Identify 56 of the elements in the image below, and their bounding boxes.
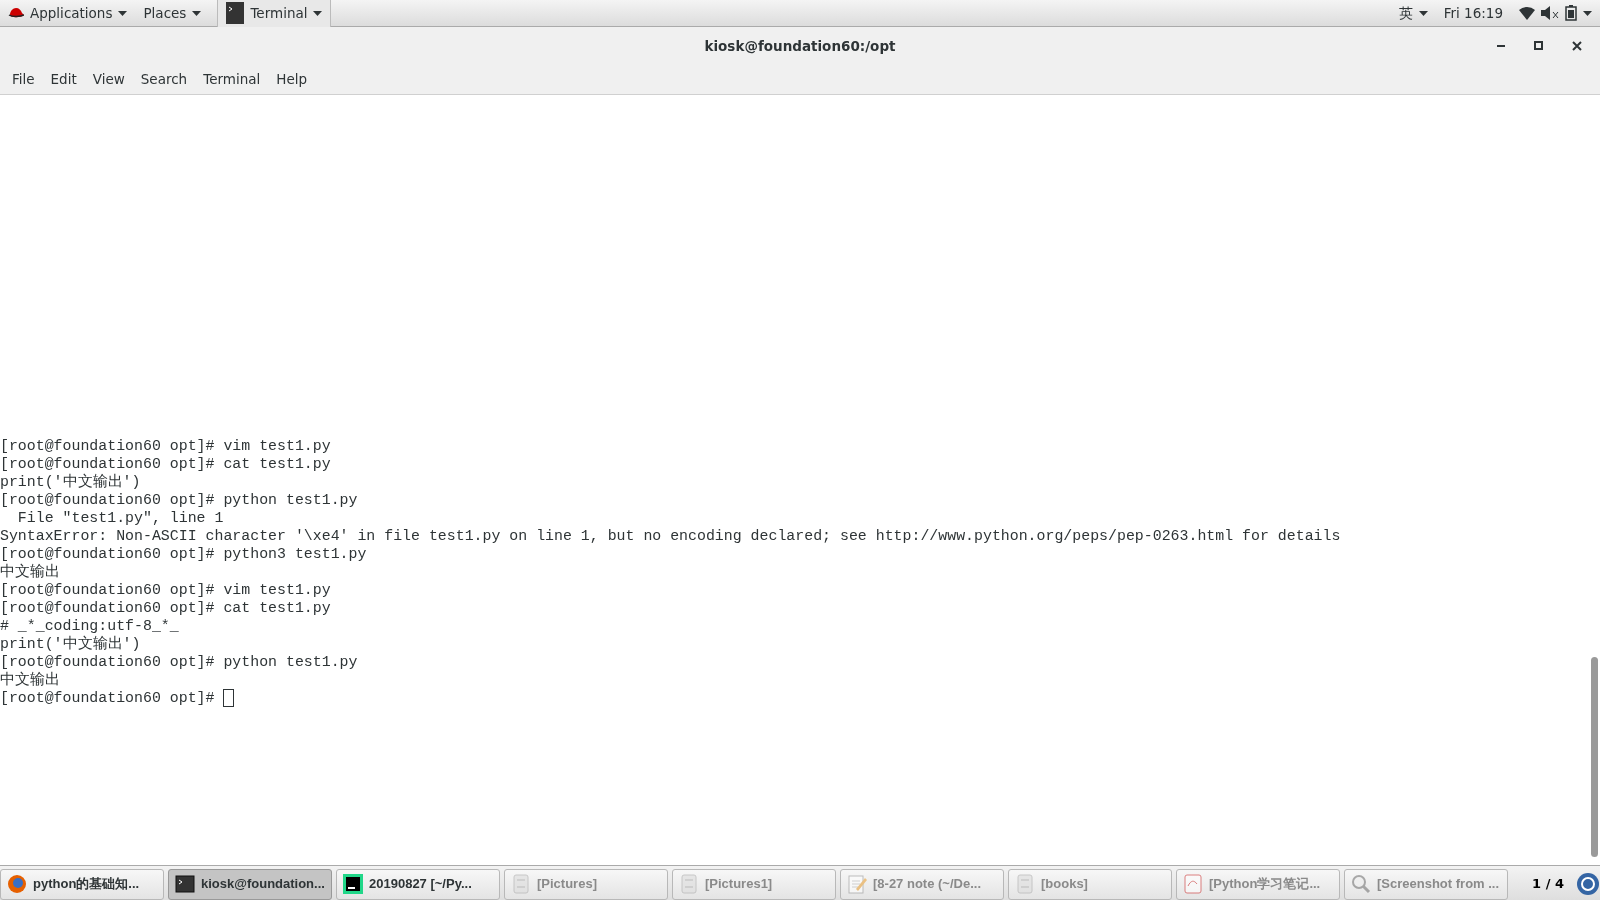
workspace-indicator[interactable]: 1 / 4 [1524, 874, 1572, 894]
caret-icon [192, 10, 202, 16]
menu-button[interactable]: Applications [0, 0, 136, 27]
magnifier-icon [1351, 874, 1371, 894]
caret-icon [1418, 10, 1428, 16]
volume-icon [1541, 6, 1559, 20]
app-menu-button[interactable]: Terminal [217, 0, 332, 27]
terminal-line: # _*_coding:utf-8_*_ [0, 618, 179, 634]
text-cursor [223, 689, 235, 707]
menu-item[interactable]: Edit [42, 69, 85, 90]
terminal-line: [root@foundation60 opt]# cat test1.py [0, 600, 331, 616]
notepad-icon [847, 874, 867, 894]
file-cabinet-icon [1015, 874, 1035, 894]
scrollbar-thumb[interactable] [1591, 657, 1598, 857]
terminal-line: [root@foundation60 opt]# [0, 690, 216, 706]
terminal-line: print('中文输出') [0, 474, 141, 490]
menu-item[interactable]: Help [268, 69, 316, 90]
hat-icon [8, 6, 24, 20]
input-method-button[interactable]: 英 [1390, 0, 1436, 27]
menu-item[interactable]: View [84, 69, 133, 90]
file-cabinet-icon [511, 874, 531, 894]
wifi-icon [1519, 6, 1535, 20]
terminal-line: 中文输出 [0, 672, 60, 688]
caret-icon [118, 10, 128, 16]
globe-icon [7, 874, 27, 894]
taskbar-button[interactable]: kiosk@foundation... [168, 868, 332, 900]
taskbar-button[interactable]: python的基础知... [0, 868, 164, 900]
terminal-line: 中文输出 [0, 564, 60, 580]
battery-icon [1565, 5, 1577, 21]
terminal-icon [175, 874, 195, 894]
caret-icon [1583, 10, 1592, 16]
terminal-line: [root@foundation60 opt]# cat test1.py [0, 456, 331, 472]
menu-button[interactable]: Places [135, 0, 210, 27]
terminal-line: [root@foundation60 opt]# python test1.py [0, 492, 358, 508]
menu-item[interactable]: Search [132, 69, 196, 90]
file-cabinet-icon [679, 874, 699, 894]
menu-item[interactable]: File [4, 69, 43, 90]
terminal-line: [root@foundation60 opt]# vim test1.py [0, 438, 331, 454]
terminal-line: File "test1.py", line 1 [16, 510, 224, 526]
terminal-line: [root@foundation60 opt]# vim test1.py [0, 582, 331, 598]
minimize-icon [1497, 45, 1505, 47]
terminal-line: print('中文输出') [0, 636, 141, 652]
maximize-icon [1533, 40, 1545, 52]
terminal-line: [root@foundation60 opt]# python3 test1.py [0, 546, 367, 562]
taskbar-button[interactable]: 20190827 [~/Py... [336, 868, 500, 900]
notification-icon [1576, 872, 1600, 896]
terminal-icon [226, 2, 245, 24]
document-icon [1183, 874, 1203, 894]
clock-button[interactable]: Fri 16:19 [1435, 0, 1511, 27]
window-title: kiosk@foundation60:/opt [704, 36, 896, 56]
caret-icon [313, 10, 323, 16]
menu-item[interactable]: Terminal [195, 69, 269, 90]
terminal-line: [root@foundation60 opt]# python test1.py [0, 654, 358, 670]
terminal-line: SyntaxError: Non-ASCII character '\xe4' in file test1.py on line 1, but no encoding declared; see http://www.python.org/peps/pep-0263.html for details [0, 528, 1341, 544]
close-icon [1571, 40, 1583, 52]
code-editor-icon [343, 874, 363, 894]
